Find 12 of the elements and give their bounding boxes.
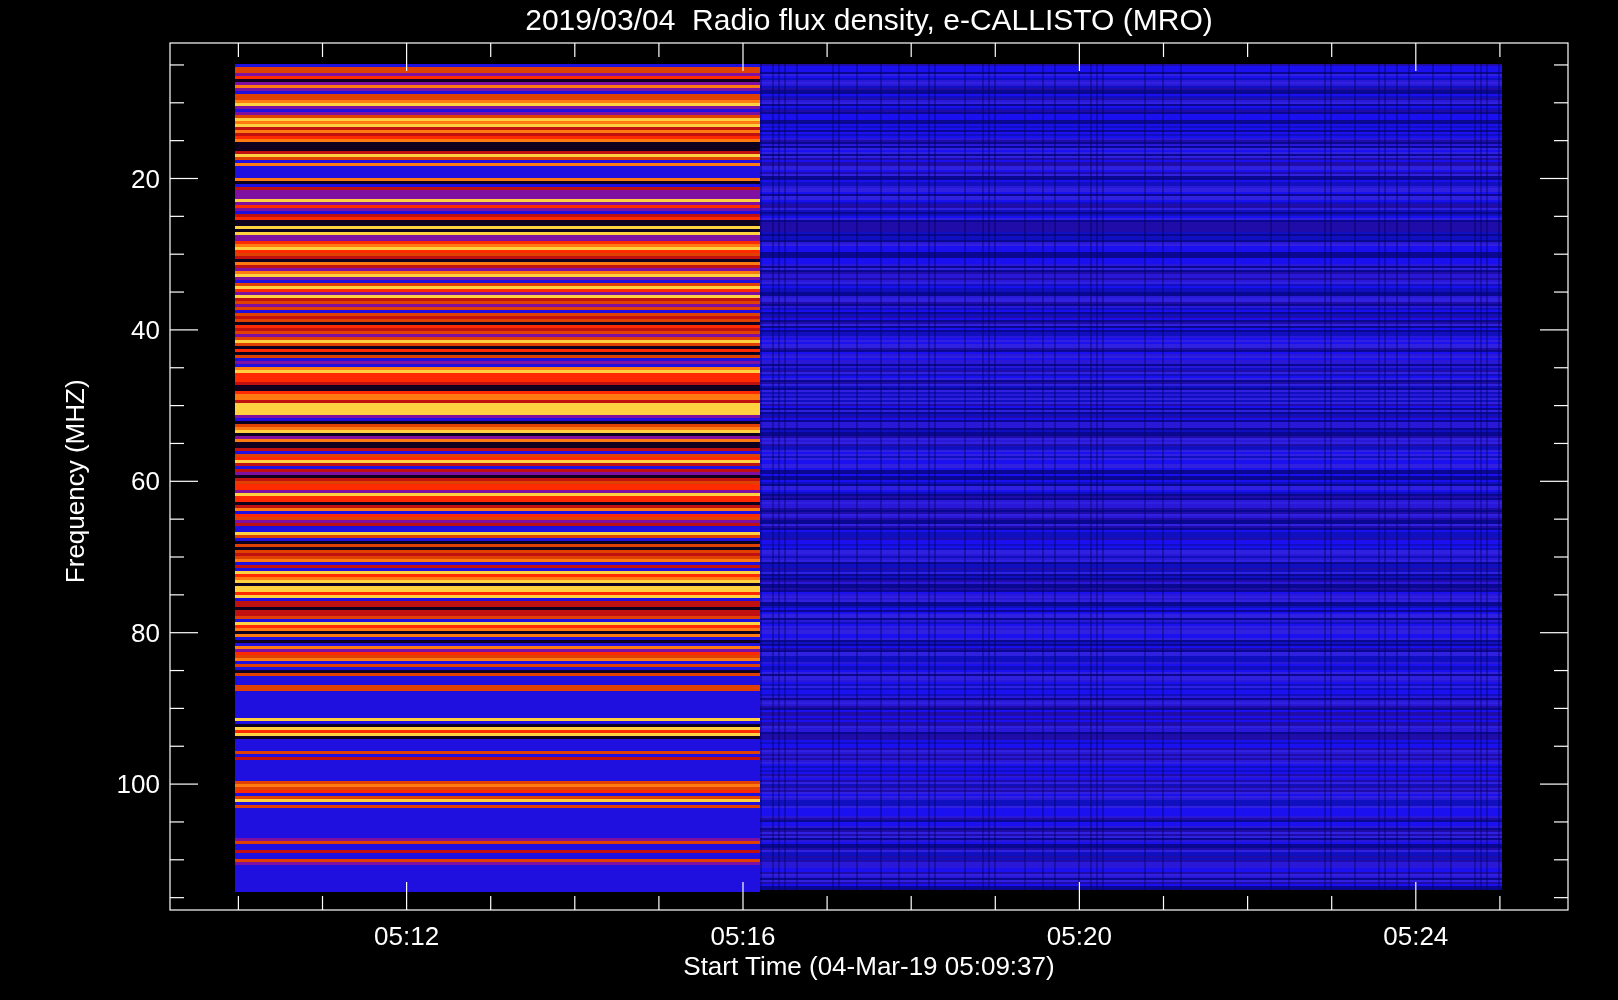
tick-label: 100 [116, 769, 160, 800]
tick-label: 05:16 [710, 921, 776, 951]
axis-label: Frequency (MHZ) [60, 379, 90, 584]
tick-label: 60 [131, 466, 160, 497]
tick-label: 05:12 [374, 921, 440, 951]
tick-label: 20 [131, 163, 160, 194]
tick-label: 05:20 [1046, 921, 1112, 951]
tick-label: 40 [131, 314, 160, 345]
axis-label: Start Time (04-Mar-19 05:09:37) [683, 951, 1055, 981]
tick-label: 05:24 [1383, 921, 1449, 951]
chart-title: 2019/03/04 Radio flux density, e-CALLISTO (MRO) [525, 3, 1213, 36]
tick-label: 80 [131, 617, 160, 648]
